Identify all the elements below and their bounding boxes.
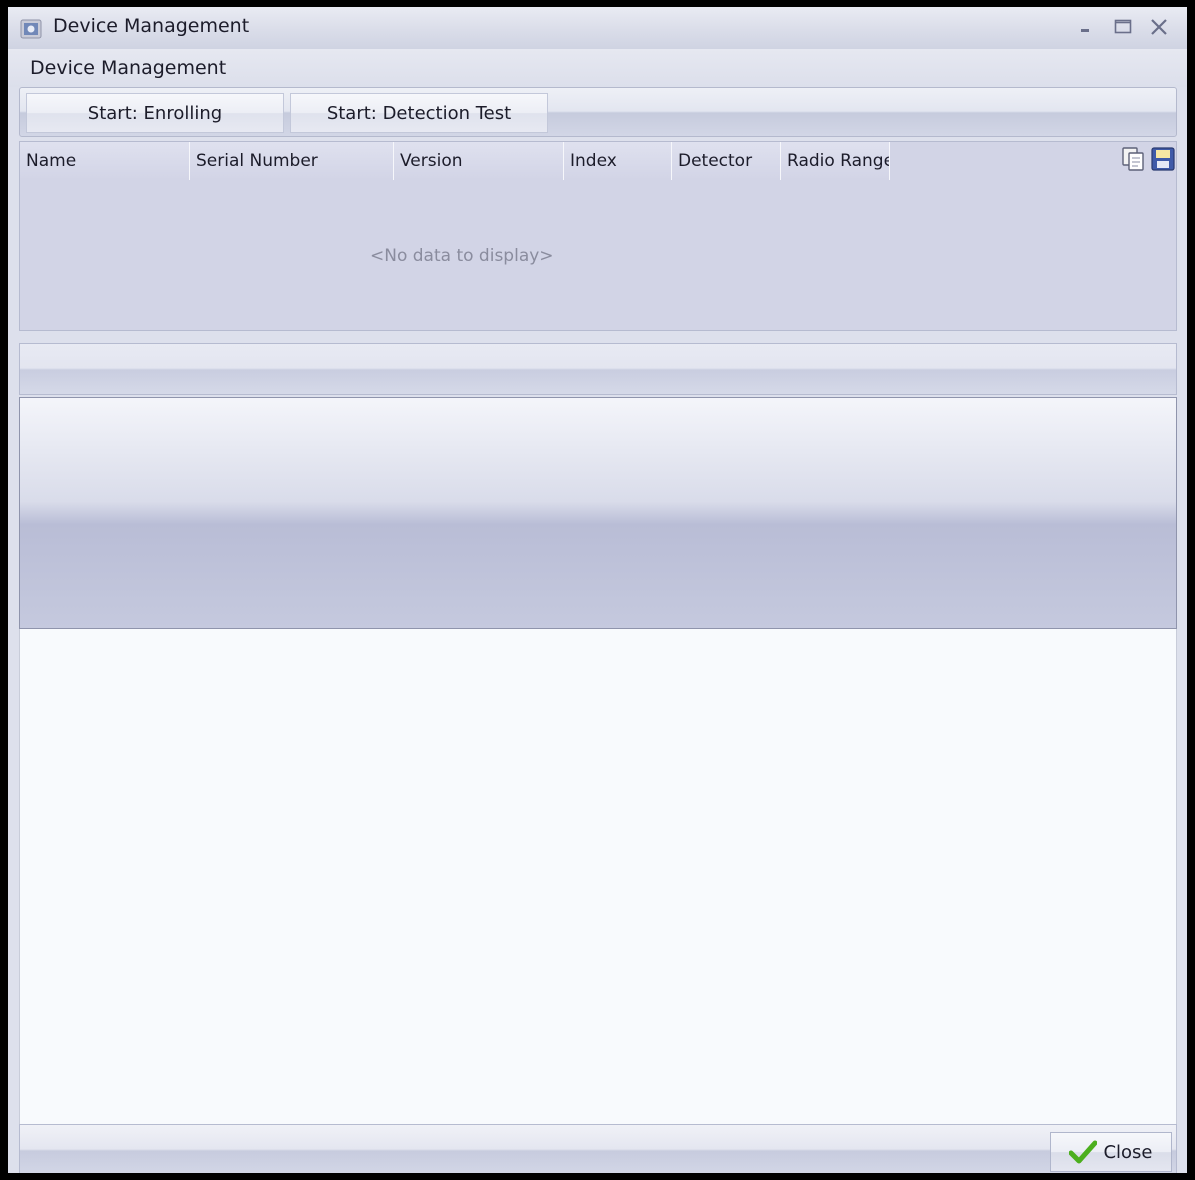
column-detector[interactable]: Detector <box>672 142 781 180</box>
close-icon <box>1151 19 1167 35</box>
column-radio-range[interactable]: Radio Range <box>781 142 890 180</box>
panel-area <box>19 397 1177 629</box>
minimize-icon <box>1081 29 1089 32</box>
footer-bar: Close <box>19 1124 1177 1173</box>
app-icon <box>20 19 42 39</box>
title-bar[interactable]: Device Management <box>8 7 1187 49</box>
checkmark-icon <box>1069 1140 1098 1164</box>
maximize-icon <box>1114 19 1132 34</box>
start-detection-test-button[interactable]: Start: Detection Test <box>290 93 548 133</box>
device-grid[interactable]: Name Serial Number Version Index Detecto… <box>19 141 1177 331</box>
column-version[interactable]: Version <box>394 142 564 180</box>
copy-icon[interactable] <box>1120 146 1146 172</box>
header-strip: Device Management <box>8 49 1187 87</box>
column-index[interactable]: Index <box>564 142 672 180</box>
device-management-window: Device Management Device Management Star… <box>8 7 1187 1173</box>
save-icon[interactable] <box>1150 146 1176 172</box>
column-name[interactable]: Name <box>20 142 190 180</box>
close-window-button[interactable] <box>1144 13 1174 41</box>
start-enrolling-button[interactable]: Start: Enrolling <box>26 93 284 133</box>
panel-header-bar <box>19 343 1177 395</box>
close-button[interactable]: Close <box>1050 1132 1172 1172</box>
window-title: Device Management <box>53 15 250 37</box>
toolbar: Start: Enrolling Start: Detection Test <box>19 87 1177 137</box>
close-button-label: Close <box>1103 1141 1153 1163</box>
column-serial-number[interactable]: Serial Number <box>190 142 394 180</box>
maximize-button[interactable] <box>1108 13 1138 41</box>
page-title: Device Management <box>30 57 227 79</box>
content-area <box>19 629 1177 1124</box>
minimize-button[interactable] <box>1070 13 1100 41</box>
grid-tools <box>1120 146 1176 172</box>
grid-empty-text: <No data to display> <box>370 246 554 266</box>
grid-header: Name Serial Number Version Index Detecto… <box>20 142 890 182</box>
